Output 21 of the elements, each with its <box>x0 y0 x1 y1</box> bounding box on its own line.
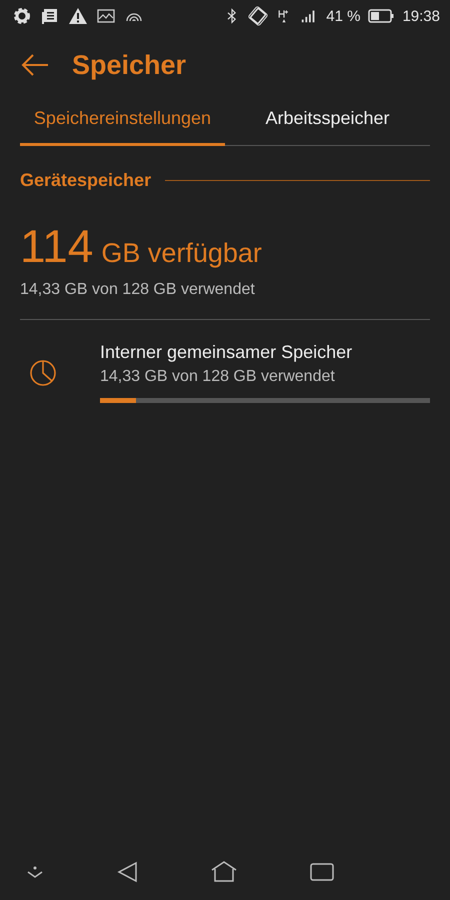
battery-percent: 41 % <box>326 8 360 24</box>
clock: 19:38 <box>402 8 440 24</box>
usage-summary: 14,33 GB von 128 GB verwendet <box>20 281 256 299</box>
rotation-icon <box>248 6 268 26</box>
back-arrow-icon[interactable] <box>20 53 50 77</box>
tab[interactable]: Speichereinstellungen <box>20 100 225 146</box>
recent-apps-icon[interactable] <box>308 861 335 883</box>
section-title: Gerätespeicher <box>20 170 152 191</box>
available-unit: GB verfügbar <box>101 238 262 269</box>
battery-icon <box>368 9 394 23</box>
storage-usage: 14,33 GB von 128 GB verwendet <box>100 368 336 386</box>
tab[interactable]: Arbeitsspeicher <box>225 100 430 146</box>
page-title: Speicher <box>72 50 186 80</box>
home-icon[interactable] <box>210 860 238 884</box>
storage-name[interactable]: Interner gemeinsamer Speicher <box>100 342 430 363</box>
settings-icon <box>12 6 32 26</box>
news-icon <box>40 6 60 26</box>
pie-chart-icon <box>28 358 58 388</box>
back-icon[interactable] <box>116 860 140 884</box>
available-amount: 114 <box>20 219 94 273</box>
warning-icon <box>68 6 88 26</box>
